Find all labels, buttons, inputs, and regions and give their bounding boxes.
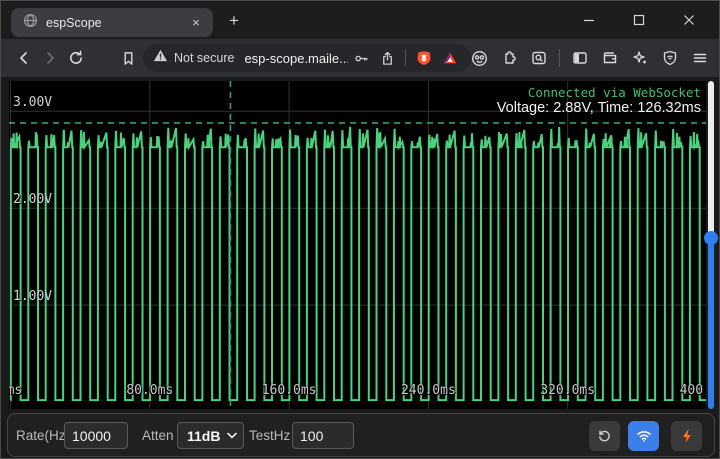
rate-label: Rate(Hz) xyxy=(16,428,70,443)
share-icon[interactable] xyxy=(374,45,400,71)
cursor-readout: Voltage: 2.88V, Time: 126.32ms xyxy=(497,100,701,116)
menu-hamburger-icon[interactable] xyxy=(687,45,713,71)
browser-window: espScope × + xyxy=(0,0,720,459)
y-axis-tick-label: 2.00V xyxy=(13,192,52,207)
reload-icon[interactable] xyxy=(63,45,89,71)
scope-control-bar: Rate(Hz) Atten 11dB TestHz xyxy=(7,413,715,457)
testhz-label: TestHz xyxy=(249,428,290,443)
y-axis-tick-label: 3.00V xyxy=(13,95,52,110)
restart-icon xyxy=(597,429,612,444)
x-axis-tick-label: 240.0ms xyxy=(396,383,460,398)
extensions-puzzle-icon[interactable] xyxy=(496,45,522,71)
not-secure-warning-icon xyxy=(153,48,168,68)
url-text: esp-scope.maile... xyxy=(244,51,348,66)
wifi-button[interactable] xyxy=(628,421,659,451)
divider xyxy=(405,50,406,66)
chevron-down-icon xyxy=(227,432,237,439)
key-icon[interactable] xyxy=(348,45,374,71)
profile-avatar-icon[interactable] xyxy=(466,45,492,71)
brave-rewards-bat-icon[interactable] xyxy=(437,45,463,71)
test-signal-button[interactable] xyxy=(671,421,702,451)
window-maximize-button[interactable] xyxy=(627,8,651,32)
divider xyxy=(559,49,560,67)
restart-button[interactable] xyxy=(589,421,620,451)
browser-tab[interactable]: espScope × xyxy=(11,8,213,37)
wallet-icon[interactable] xyxy=(597,45,623,71)
window-close-button[interactable] xyxy=(677,8,701,32)
globe-favicon-icon xyxy=(23,13,38,33)
oscilloscope-canvas[interactable]: Connected via WebSocket Voltage: 2.88V, … xyxy=(9,81,706,409)
slider-track-lower xyxy=(708,238,714,409)
atten-label: Atten xyxy=(142,428,174,443)
wifi-icon xyxy=(636,428,652,444)
forward-icon[interactable] xyxy=(37,45,63,71)
back-icon[interactable] xyxy=(11,45,37,71)
atten-select[interactable]: 11dB xyxy=(177,422,244,449)
x-axis-tick-label: 80.0ms xyxy=(118,383,182,398)
vpn-shield-icon[interactable] xyxy=(657,45,683,71)
new-tab-button[interactable]: + xyxy=(223,10,245,32)
bookmark-icon[interactable] xyxy=(115,45,141,71)
vertical-slider[interactable] xyxy=(704,81,719,409)
security-label: Not secure xyxy=(174,51,234,65)
x-axis-tick-label: 160.0ms xyxy=(257,383,321,398)
titlebar: espScope × + xyxy=(1,1,719,39)
rate-input[interactable] xyxy=(64,422,128,449)
slider-track-upper xyxy=(708,81,714,238)
atten-value: 11dB xyxy=(187,428,220,444)
search-box-icon[interactable] xyxy=(526,45,552,71)
connection-status: Connected via WebSocket xyxy=(528,85,701,100)
window-minimize-button[interactable] xyxy=(577,8,601,32)
brave-shields-icon[interactable] xyxy=(411,45,437,71)
slider-thumb[interactable] xyxy=(704,231,718,245)
waveform-plot xyxy=(9,81,706,409)
browser-toolbar: Not secure esp-scope.maile... xyxy=(1,39,719,77)
x-axis-tick-label: 320.0ms xyxy=(536,383,600,398)
y-axis-tick-label: 1.00V xyxy=(13,289,52,304)
tab-close-icon[interactable]: × xyxy=(187,14,205,32)
page-content: Connected via WebSocket Voltage: 2.88V, … xyxy=(1,77,719,459)
testhz-input[interactable] xyxy=(292,422,354,449)
leo-ai-sparkle-icon[interactable] xyxy=(627,45,653,71)
tab-title: espScope xyxy=(46,16,187,30)
x-axis-tick-label: 400.0ms xyxy=(675,383,706,398)
sidebar-toggle-icon[interactable] xyxy=(567,45,593,71)
address-bar[interactable]: Not secure esp-scope.maile... xyxy=(143,44,471,72)
x-axis-tick-label: 0ms xyxy=(9,383,43,398)
lightning-bolt-icon xyxy=(680,428,694,444)
